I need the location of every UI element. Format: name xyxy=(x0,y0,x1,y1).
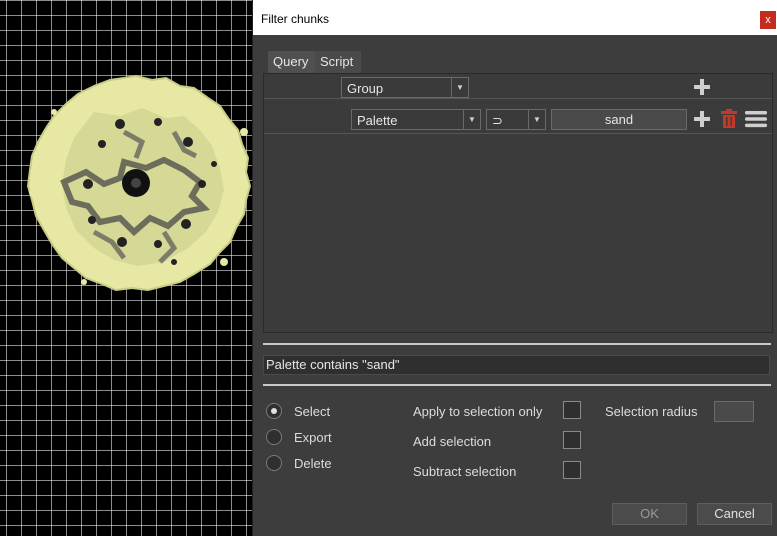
selection-radius-label: Selection radius xyxy=(605,404,698,419)
subtract-selection-label: Subtract selection xyxy=(413,464,517,479)
cancel-button[interactable]: Cancel xyxy=(697,503,772,525)
radio-select[interactable] xyxy=(266,403,282,419)
chevron-down-icon: ▼ xyxy=(451,78,468,97)
add-selection-label: Add selection xyxy=(413,434,492,449)
tab-query[interactable]: Query xyxy=(268,51,316,73)
radio-selected-dot xyxy=(271,408,277,414)
hamburger-menu-icon[interactable] xyxy=(745,110,767,128)
query-panel: Group ▼ Palette ▼ ⊃ ▼ sand xyxy=(263,73,773,333)
dialog-title: Filter chunks xyxy=(261,12,330,26)
ok-button[interactable]: OK xyxy=(612,503,687,525)
terrain-chunk-preview xyxy=(26,74,252,292)
row-divider xyxy=(264,133,772,134)
operator-combo-value: ⊃ xyxy=(492,113,503,128)
separator xyxy=(263,343,771,345)
add-group-icon[interactable] xyxy=(694,79,710,95)
subtract-selection-checkbox[interactable] xyxy=(563,461,581,479)
dialog-titlebar[interactable]: Filter chunks x xyxy=(253,0,777,35)
row-divider xyxy=(264,98,772,99)
filter-chunks-dialog: Filter chunks x Query Script Group ▼ Pal… xyxy=(252,0,777,536)
group-combo[interactable]: Group ▼ xyxy=(341,77,469,98)
chevron-down-icon: ▼ xyxy=(528,110,545,129)
trash-icon[interactable] xyxy=(721,109,737,128)
action-delete-label: Delete xyxy=(294,456,332,471)
condition-value-field[interactable]: sand xyxy=(551,109,687,130)
field-combo[interactable]: Palette ▼ xyxy=(351,109,481,130)
action-export-label: Export xyxy=(294,430,332,445)
separator xyxy=(263,384,771,386)
chevron-down-icon: ▼ xyxy=(463,110,480,129)
close-button[interactable]: x xyxy=(760,11,776,29)
action-select-label: Select xyxy=(294,404,331,419)
selection-radius-input[interactable] xyxy=(714,401,754,422)
radio-delete[interactable] xyxy=(266,455,282,471)
apply-selection-only-label: Apply to selection only xyxy=(413,404,543,419)
radio-export[interactable] xyxy=(266,429,282,445)
operator-combo[interactable]: ⊃ ▼ xyxy=(486,109,546,130)
field-combo-value: Palette xyxy=(357,113,398,128)
add-condition-icon[interactable] xyxy=(694,111,710,127)
tab-script[interactable]: Script xyxy=(315,51,361,73)
expression-field[interactable]: Palette contains "sand" xyxy=(263,355,770,375)
add-selection-checkbox[interactable] xyxy=(563,431,581,449)
apply-selection-only-checkbox[interactable] xyxy=(563,401,581,419)
group-combo-value: Group xyxy=(347,81,384,96)
